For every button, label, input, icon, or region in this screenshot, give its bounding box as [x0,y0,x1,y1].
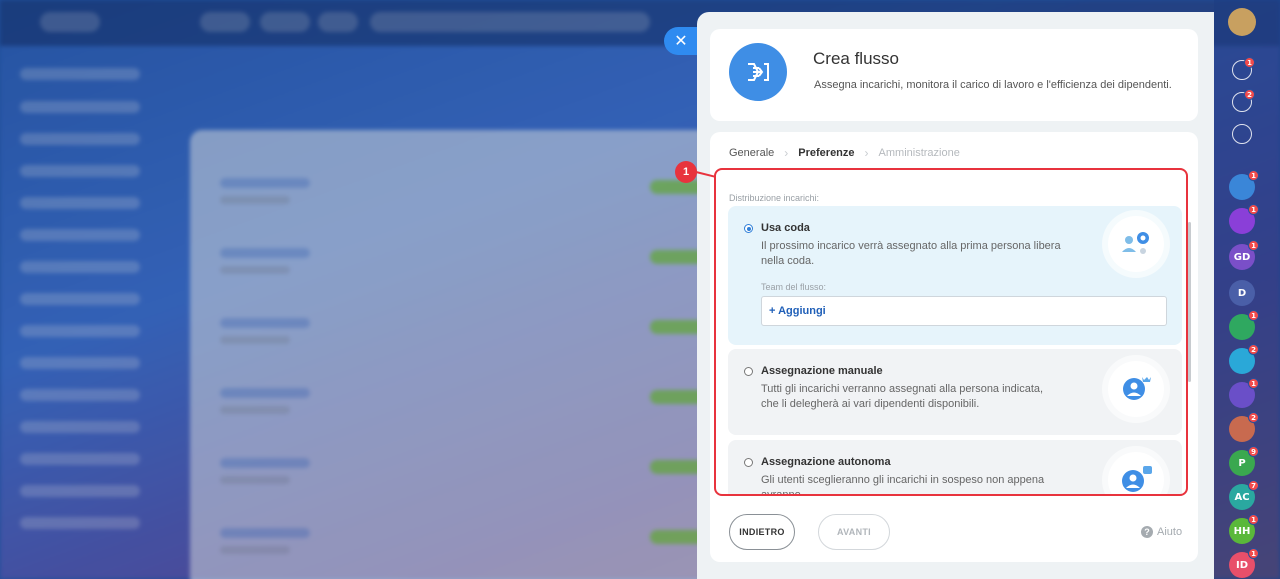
notification-count-badge: 2 [1248,412,1259,423]
panel-subtitle: Assegna incarichi, monitora il carico di… [814,79,1172,91]
annotation-badge: 1 [675,161,697,183]
notification-count-badge: 7 [1248,480,1259,491]
user-p-label: P [1238,457,1246,469]
flow-icon [729,43,787,101]
flow-arrows-icon [748,63,769,81]
panel-footer: INDIETRO AVANTI ? Aiuto [710,502,1198,562]
user-ac[interactable]: AC 7 [1229,480,1259,510]
notification-count-badge: 2 [1248,344,1259,355]
help-icon: ? [1141,526,1153,538]
panel-header: Crea flusso Assegna incarichi, monitora … [710,29,1198,121]
user-id[interactable]: ID 1 [1229,548,1259,578]
next-button[interactable]: AVANTI [818,514,890,550]
close-panel-button[interactable]: ✕ [664,27,698,55]
help-link[interactable]: ? Aiuto [1141,526,1182,538]
notification-count-badge: 1 [1248,378,1259,389]
options-scrollbar[interactable] [1188,222,1191,382]
step-generale[interactable]: Generale [729,147,774,159]
group-chat-4[interactable]: 2 [1229,344,1259,374]
annotation-highlight-box [714,168,1188,496]
notification-count-badge: 1 [1248,514,1259,525]
user-hh[interactable]: HH 1 [1229,514,1259,544]
step-amministrazione: Amministrazione [878,147,960,159]
group-chat-5[interactable]: 1 [1229,378,1259,408]
notification-count-badge: 2 [1244,89,1255,100]
notification-count-badge: 1 [1248,204,1259,215]
group-chat-gd-label: GD [1233,251,1251,263]
user-id-label: ID [1235,559,1249,571]
user-hh-label: HH [1233,525,1251,537]
group-chat-6[interactable]: 2 [1229,412,1259,442]
notification-count-badge: 1 [1248,170,1259,181]
group-chat-3[interactable]: 1 [1229,310,1259,340]
back-button[interactable]: INDIETRO [729,514,795,550]
chevron-right-icon: › [864,146,869,160]
notification-count-badge: 9 [1248,446,1259,457]
wizard-steps: Generale › Preferenze › Amministrazione [729,146,960,160]
step-preferenze[interactable]: Preferenze [798,147,854,159]
help-label: Aiuto [1157,526,1183,538]
chevron-right-icon: › [784,146,789,160]
user-avatar[interactable] [1228,8,1256,36]
notification-count-badge: 1 [1244,57,1255,68]
right-sidebar: 1 2 1 1 GD 1 D 1 2 1 2 P 9 AC 7 HH 1 ID 1 [1214,0,1280,579]
activity-icon[interactable]: 2 [1232,89,1255,112]
user-p[interactable]: P9 [1229,446,1259,476]
notification-count-badge: 1 [1248,548,1259,559]
group-chat-d-label: D [1237,287,1247,299]
close-icon: ✕ [674,33,688,50]
group-chat-gd[interactable]: GD 1 [1229,240,1259,270]
chat-icon[interactable] [1232,124,1252,144]
notification-count-badge: 1 [1248,240,1259,251]
notification-bell[interactable]: 1 [1232,57,1255,80]
group-chat-1[interactable]: 1 [1229,170,1259,200]
notification-count-badge: 1 [1248,310,1259,321]
group-chat-2[interactable]: 1 [1229,204,1259,234]
group-chat-d[interactable]: D [1229,280,1255,306]
user-ac-label: AC [1234,491,1250,503]
panel-title: Crea flusso [813,49,899,68]
